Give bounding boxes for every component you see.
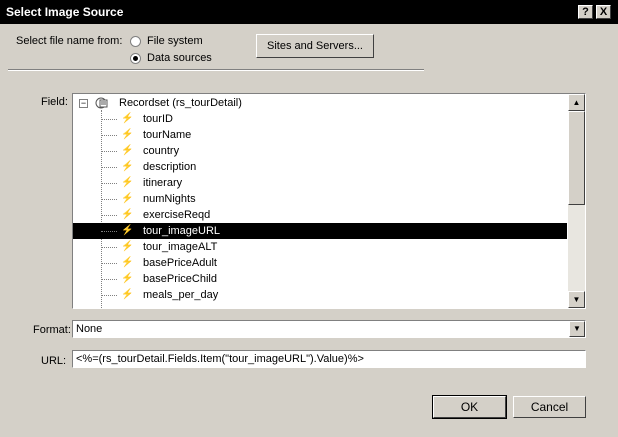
field-icon: ⚡ <box>121 161 134 172</box>
radio-data-sources-label: Data sources <box>147 52 212 64</box>
field-name: country <box>143 145 180 157</box>
field-icon: ⚡ <box>121 113 134 124</box>
field-name: meals_per_day <box>143 289 219 301</box>
scroll-down-icon[interactable]: ▼ <box>568 291 585 308</box>
field-name: basePriceChild <box>143 273 217 285</box>
tree-row-country[interactable]: ⚡ country <box>73 143 567 159</box>
field-icon: ⚡ <box>121 193 134 204</box>
recordset-label: Recordset (rs_tourDetail) <box>119 97 242 109</box>
tree-root-row[interactable]: − Recordset (rs_tourDetail) <box>73 95 567 111</box>
tree-row-basepriceadult[interactable]: ⚡ basePriceAdult <box>73 255 567 271</box>
cancel-button[interactable]: Cancel <box>513 396 586 418</box>
field-icon: ⚡ <box>121 273 134 284</box>
field-name: numNights <box>143 193 196 205</box>
radio-data-sources[interactable]: Data sources <box>130 52 250 66</box>
close-button[interactable]: X <box>596 5 611 19</box>
field-name: exerciseReqd <box>143 209 211 221</box>
radio-file-system[interactable]: File system <box>130 35 250 49</box>
url-input[interactable]: <%=(rs_tourDetail.Fields.Item("tour_imag… <box>72 350 586 368</box>
field-icon: ⚡ <box>121 129 134 140</box>
field-icon: ⚡ <box>121 145 134 156</box>
tree-row-tour-imageurl-selected[interactable]: ⚡ tour_imageURL <box>73 223 567 239</box>
tree-row-basepricechild[interactable]: ⚡ basePriceChild <box>73 271 567 287</box>
sites-and-servers-button[interactable]: Sites and Servers... <box>256 34 374 58</box>
select-image-source-dialog: Select Image Source ? X Select file name… <box>0 0 618 437</box>
recordset-icon <box>95 96 109 110</box>
radio-file-system-label: File system <box>147 35 203 47</box>
select-from-label: Select file name from: <box>16 35 123 47</box>
tree-row-tourid[interactable]: ⚡ tourID <box>73 111 567 127</box>
tree-row-tour-imagealt[interactable]: ⚡ tour_imageALT <box>73 239 567 255</box>
chevron-down-icon[interactable]: ▼ <box>569 321 585 337</box>
field-icon: ⚡ <box>121 177 134 188</box>
field-tree[interactable]: − Recordset (rs_tourDetail) ⚡ tourID ⚡ tou… <box>72 93 586 309</box>
field-icon: ⚡ <box>121 225 134 236</box>
radio-data-sources-circle[interactable] <box>130 53 141 64</box>
tree-row-tourname[interactable]: ⚡ tourName <box>73 127 567 143</box>
field-icon: ⚡ <box>121 209 134 220</box>
tree-row-numnights[interactable]: ⚡ numNights <box>73 191 567 207</box>
url-label: URL: <box>41 355 67 367</box>
radio-selected-dot <box>133 56 138 61</box>
scroll-thumb[interactable] <box>568 111 585 205</box>
tree-scrollbar[interactable]: ▲ ▼ <box>568 94 585 308</box>
title-bar: Select Image Source ? X <box>0 0 618 24</box>
field-name: itinerary <box>143 177 183 189</box>
field-label: Field: <box>41 96 68 108</box>
field-icon: ⚡ <box>121 241 134 252</box>
tree-row-itinerary[interactable]: ⚡ itinerary <box>73 175 567 191</box>
tree-row-description[interactable]: ⚡ description <box>73 159 567 175</box>
field-name: description <box>143 161 197 173</box>
collapse-toggle-icon[interactable]: − <box>79 99 88 108</box>
format-value: None <box>76 323 103 335</box>
scroll-up-icon[interactable]: ▲ <box>568 94 585 111</box>
field-name: tour_imageURL <box>143 225 221 237</box>
field-icon: ⚡ <box>121 257 134 268</box>
window-title: Select Image Source <box>6 5 124 19</box>
url-value: <%=(rs_tourDetail.Fields.Item("tour_imag… <box>76 353 364 365</box>
field-name: tour_imageALT <box>143 241 218 253</box>
ok-button[interactable]: OK <box>432 395 507 419</box>
field-name: basePriceAdult <box>143 257 217 269</box>
help-button[interactable]: ? <box>578 5 593 19</box>
field-name: tourName <box>143 129 192 141</box>
tree-row-exercisereqd[interactable]: ⚡ exerciseReqd <box>73 207 567 223</box>
format-select[interactable]: None ▼ <box>72 320 586 338</box>
separator <box>8 69 424 71</box>
tree-row-meals-per-day[interactable]: ⚡ meals_per_day <box>73 287 567 303</box>
field-icon: ⚡ <box>121 289 134 300</box>
field-name: tourID <box>143 113 173 125</box>
format-label: Format: <box>33 324 71 336</box>
radio-file-system-circle[interactable] <box>130 36 141 47</box>
